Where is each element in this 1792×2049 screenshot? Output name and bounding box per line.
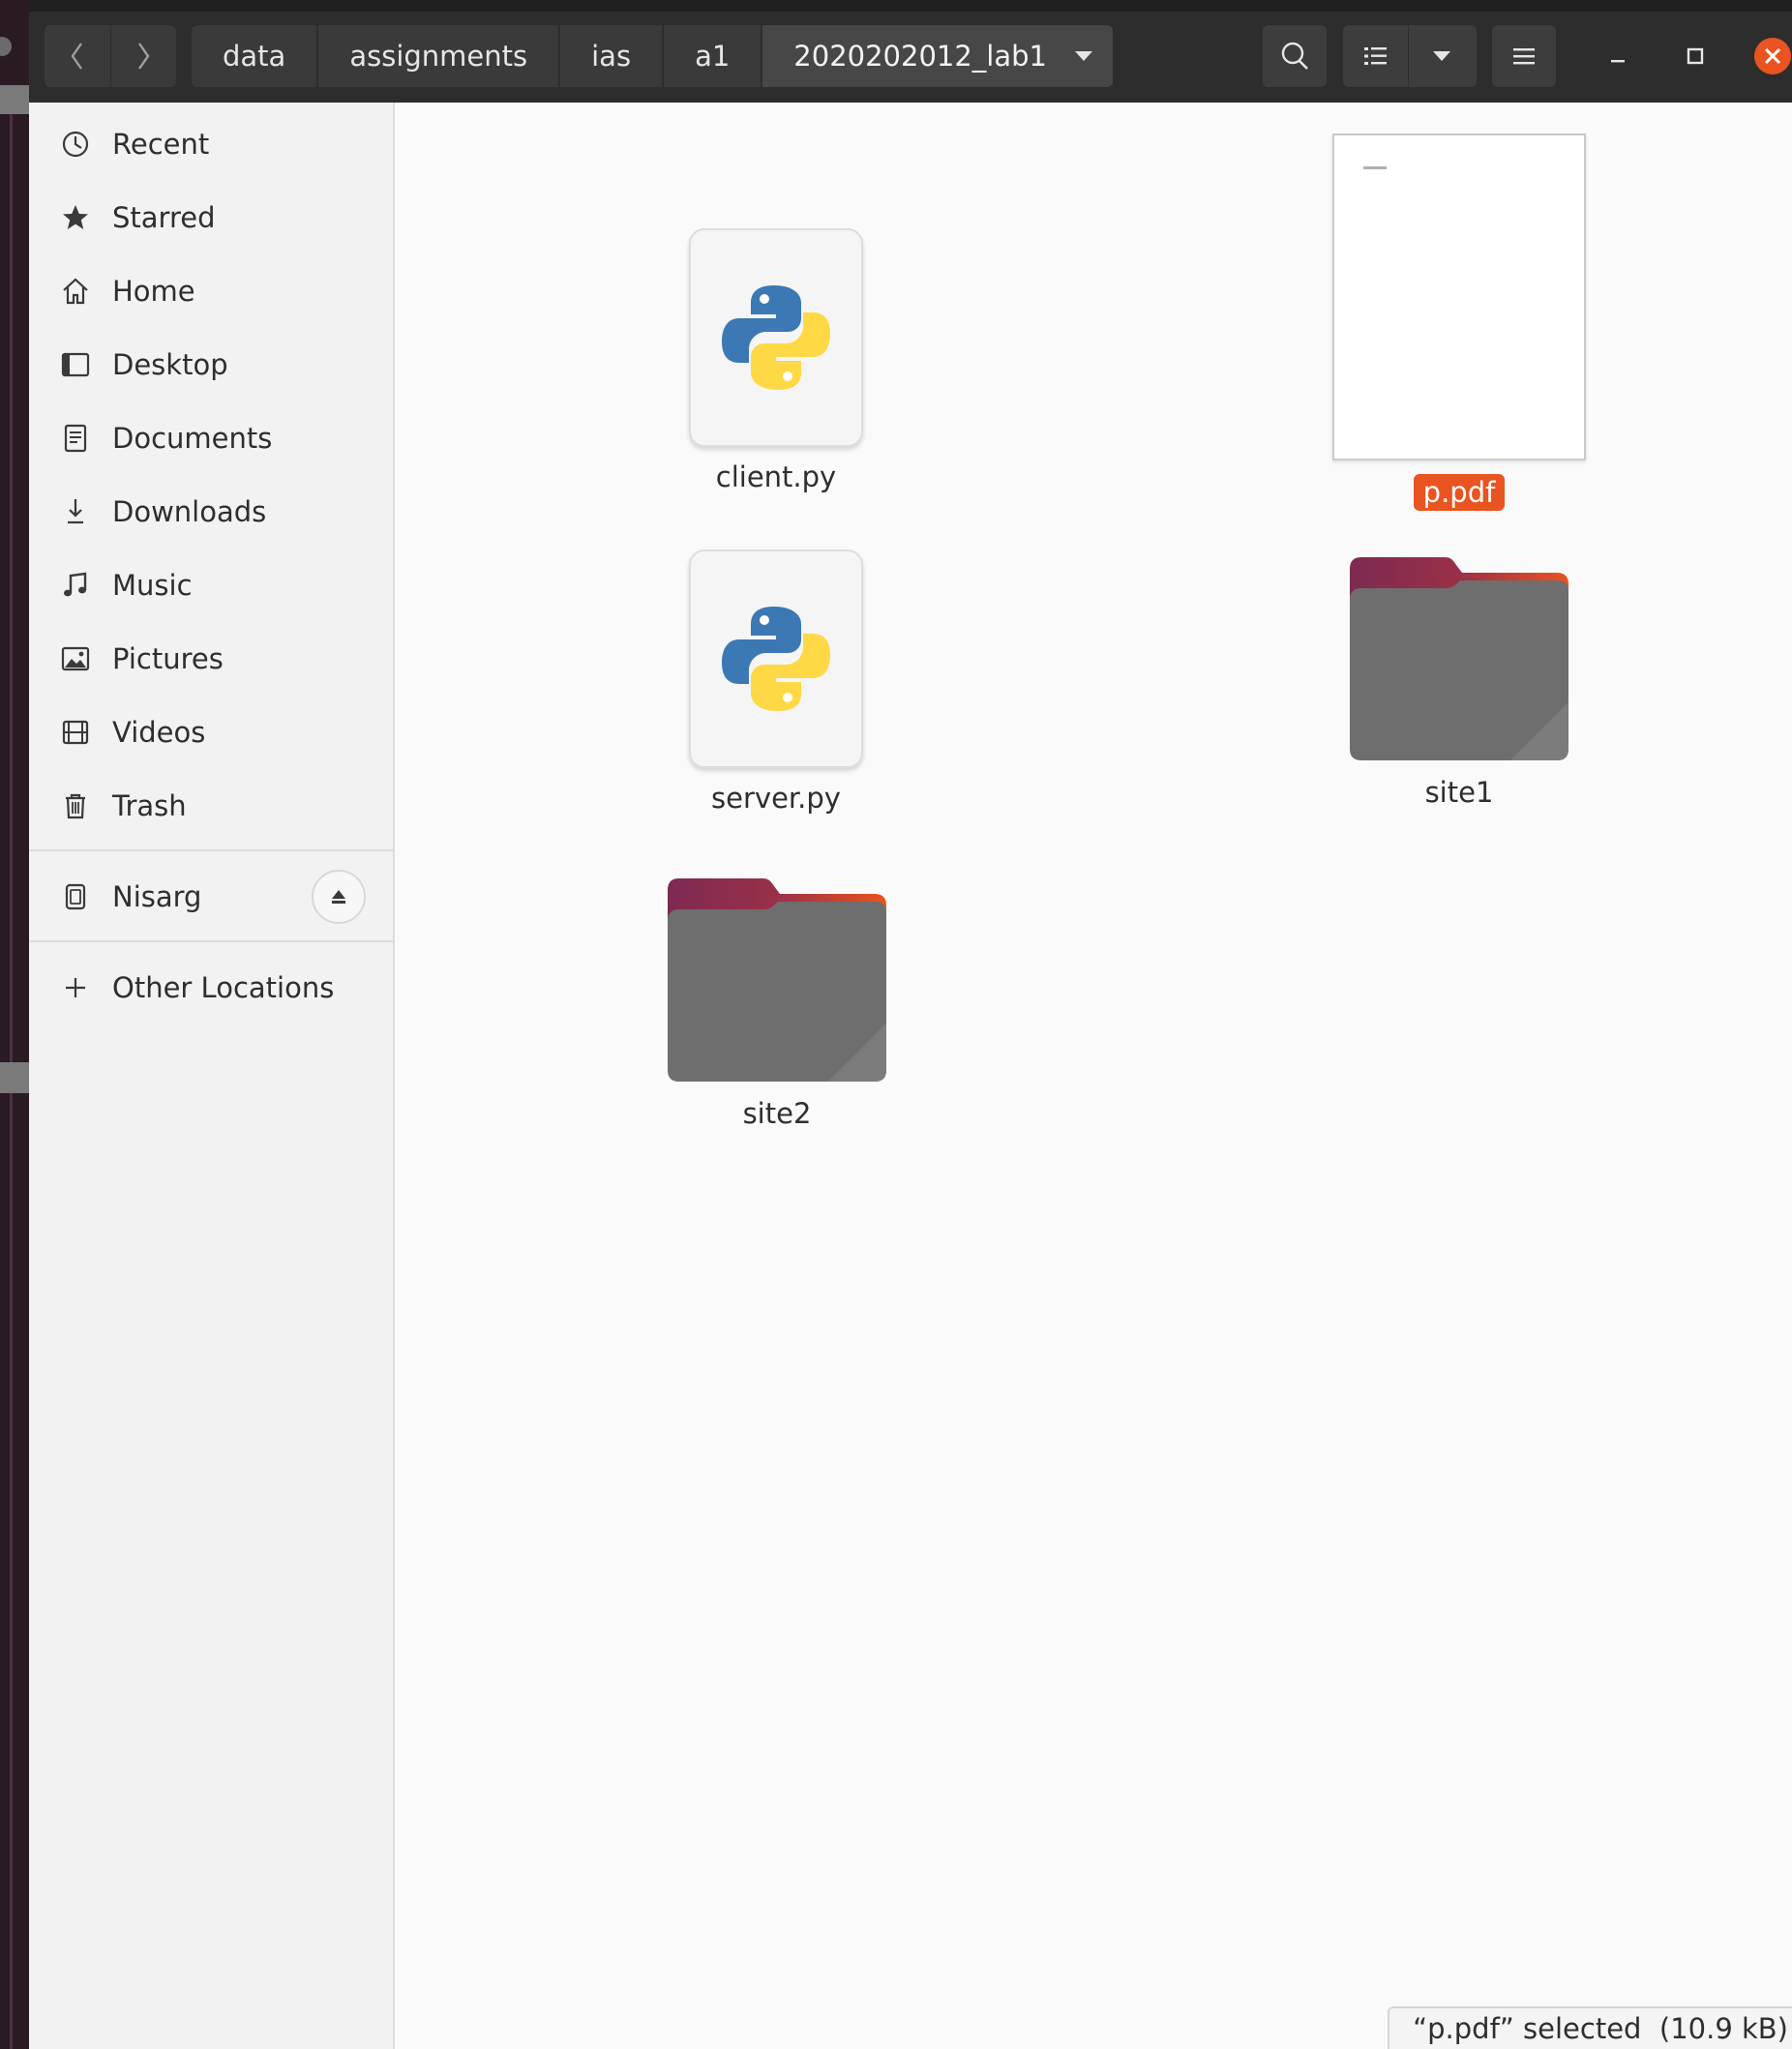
sidebar-item-home[interactable]: Home [29, 259, 393, 323]
menu-button[interactable] [1492, 25, 1556, 87]
plus-icon [58, 970, 93, 1005]
breadcrumb-item[interactable]: data [192, 25, 317, 87]
hamburger-menu-icon [1513, 48, 1535, 65]
close-button[interactable] [1753, 37, 1792, 75]
file-item[interactable]: server.py [670, 549, 882, 815]
status-text: “p.pdf” selected (10.9 kB) [1413, 2012, 1788, 2045]
music-icon [58, 568, 93, 603]
view-dropdown-button[interactable] [1409, 25, 1475, 87]
sidebar-item-label: Recent [112, 128, 210, 161]
folder-item[interactable]: site1 [1333, 557, 1585, 809]
sidebar-item-label: Documents [112, 422, 273, 455]
breadcrumb-item[interactable]: ias [558, 25, 663, 87]
document-icon [58, 421, 93, 456]
drive-icon [58, 879, 93, 914]
sidebar-item-videos[interactable]: Videos [29, 700, 393, 764]
caret-down-icon [1433, 51, 1450, 61]
pdf-thumbnail-icon [1332, 134, 1586, 460]
python-file-icon [689, 549, 863, 768]
breadcrumb-current[interactable]: 2020202012_lab1 [761, 25, 1113, 87]
breadcrumb-label: ias [591, 40, 632, 73]
status-bar: “p.pdf” selected (10.9 kB) [1388, 2006, 1792, 2049]
minimize-button[interactable] [1598, 37, 1637, 75]
eject-button[interactable] [312, 870, 366, 924]
clock-icon [58, 127, 93, 162]
scroll-notch [0, 1062, 29, 1093]
breadcrumb-item[interactable]: assignments [316, 25, 559, 87]
video-icon [58, 715, 93, 750]
download-icon [58, 494, 93, 529]
chevron-right-icon [138, 43, 150, 70]
search-button[interactable] [1263, 25, 1327, 87]
sidebar-item-label: Trash [112, 789, 187, 822]
folder-icon [668, 878, 886, 1082]
home-icon [58, 274, 93, 309]
file-grid: client.py p.pdf server.py site1 site2 [397, 103, 1792, 2049]
sidebar-item-label: Pictures [112, 642, 224, 675]
picture-icon [58, 641, 93, 676]
maximize-icon [1687, 47, 1704, 65]
file-name: client.py [715, 460, 837, 493]
list-view-button[interactable] [1343, 25, 1409, 87]
file-name: server.py [711, 782, 841, 815]
folder-item[interactable]: site2 [639, 878, 915, 1130]
sidebar-separator [29, 849, 393, 851]
sidebar-item-label: Desktop [112, 348, 228, 381]
trash-icon [58, 788, 93, 823]
sidebar-item-recent[interactable]: Recent [29, 112, 393, 176]
sidebar-item-downloads[interactable]: Downloads [29, 480, 393, 544]
chevron-left-icon [71, 43, 82, 70]
breadcrumb-label: 2020202012_lab1 [793, 40, 1047, 73]
breadcrumb: data assignments ias a1 2020202012_lab1 [192, 25, 1113, 87]
back-button[interactable] [45, 25, 110, 87]
sidebar-item-desktop[interactable]: Desktop [29, 333, 393, 397]
breadcrumb-item[interactable]: a1 [662, 25, 762, 87]
eject-icon [332, 890, 345, 904]
search-icon [1281, 42, 1308, 70]
caret-down-icon [1075, 51, 1092, 61]
sidebar-separator [29, 940, 393, 942]
pdf-text-line [1363, 166, 1387, 169]
forward-button[interactable] [109, 25, 177, 87]
sidebar-item-music[interactable]: Music [29, 553, 393, 617]
python-file-icon [689, 228, 863, 447]
file-name: site2 [742, 1097, 812, 1130]
sidebar: Recent Starred Home Desktop Documents Do… [29, 103, 395, 2049]
breadcrumb-label: data [223, 40, 286, 73]
sidebar-item-label: Videos [112, 716, 206, 749]
maximize-button[interactable] [1676, 37, 1715, 75]
sidebar-item-label: Downloads [112, 495, 267, 528]
scroll-notch [0, 85, 29, 114]
breadcrumb-label: assignments [349, 40, 528, 73]
top-strip [0, 0, 1792, 12]
file-item-selected[interactable]: p.pdf [1324, 134, 1595, 511]
sidebar-item-label: Music [112, 569, 193, 602]
nav-buttons [45, 25, 176, 87]
desktop-icon [58, 347, 93, 382]
desktop-edge [0, 0, 29, 2049]
star-icon [58, 200, 93, 235]
folder-icon [1350, 557, 1568, 760]
sidebar-item-label: Other Locations [112, 971, 335, 1004]
file-name: p.pdf [1413, 474, 1506, 511]
minimize-icon [1611, 60, 1625, 63]
sidebar-item-pictures[interactable]: Pictures [29, 627, 393, 691]
file-item[interactable]: client.py [670, 228, 882, 493]
sidebar-item-label: Starred [112, 201, 216, 234]
desktop-dot [0, 37, 12, 56]
sidebar-item-other-locations[interactable]: Other Locations [29, 956, 393, 1020]
sidebar-item-starred[interactable]: Starred [29, 186, 393, 250]
sidebar-item-trash[interactable]: Trash [29, 774, 393, 838]
file-name: site1 [1424, 776, 1494, 809]
breadcrumb-label: a1 [695, 40, 731, 73]
sidebar-item-label: Nisarg [112, 880, 202, 913]
sidebar-item-nisarg[interactable]: Nisarg [29, 865, 393, 929]
sidebar-item-documents[interactable]: Documents [29, 406, 393, 470]
sidebar-item-label: Home [112, 275, 195, 308]
list-view-icon [1363, 47, 1387, 65]
view-options[interactable] [1343, 25, 1477, 87]
close-icon [1754, 38, 1791, 74]
header-bar: data assignments ias a1 2020202012_lab1 [29, 12, 1792, 103]
